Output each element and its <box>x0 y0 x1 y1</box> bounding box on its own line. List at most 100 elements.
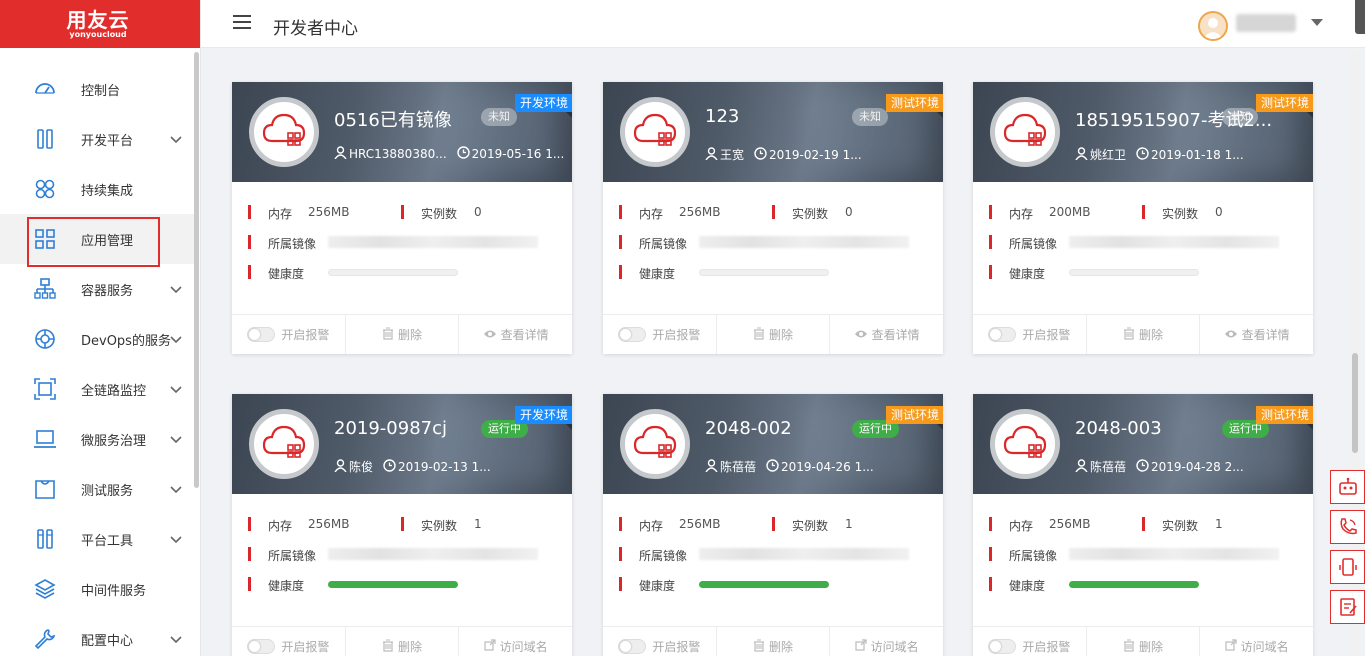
cloud-icon <box>262 111 306 153</box>
delete-button[interactable]: 删除 <box>717 627 831 656</box>
app-name[interactable]: 0516已有镜像 <box>334 106 452 132</box>
trash-icon <box>382 326 398 343</box>
chevron-down-icon[interactable] <box>169 432 183 446</box>
image-value-blurred <box>328 548 538 560</box>
chevron-down-icon[interactable] <box>169 482 183 496</box>
chevron-down-icon[interactable] <box>169 532 183 546</box>
card-actions: 开启报警 删除 查看详情 <box>973 314 1313 354</box>
menu-toggle-icon[interactable] <box>233 14 251 30</box>
chevron-down-icon[interactable] <box>169 332 183 346</box>
app-name[interactable]: 2019-0987cj <box>334 418 447 439</box>
health-label: 健康度 <box>1009 267 1046 281</box>
app-name[interactable]: 2048-003 <box>1075 418 1162 439</box>
clock-icon <box>1136 458 1151 475</box>
user-dropdown-icon[interactable] <box>1311 19 1323 26</box>
sidebar-item[interactable]: 微服务治理 <box>0 414 195 464</box>
app-logo <box>249 409 319 479</box>
delete-button[interactable]: 删除 <box>346 315 460 354</box>
avatar[interactable] <box>1198 11 1228 41</box>
app-meta: 陈蓓蓓 2019-04-26 1... <box>705 458 884 475</box>
memory-label: 内存 <box>639 519 664 533</box>
active-highlight <box>27 217 160 267</box>
delete-label: 删除 <box>398 328 423 342</box>
visit-domain-button[interactable]: 访问域名 <box>830 627 943 656</box>
trash-icon <box>1123 638 1139 655</box>
tools-icon <box>33 527 57 551</box>
memory-value: 256MB <box>679 205 721 219</box>
app-logo <box>620 97 690 167</box>
sidebar-item[interactable]: 平台工具 <box>0 514 195 564</box>
view-detail-button[interactable]: 查看详情 <box>830 315 943 354</box>
feedback-button[interactable] <box>1330 590 1365 624</box>
env-tag: 测试环境 <box>1255 406 1313 430</box>
app-logo <box>249 97 319 167</box>
user-icon <box>705 146 720 163</box>
view-detail-button[interactable]: 查看详情 <box>1200 315 1313 354</box>
brand-logo[interactable]: 用友云 yonyoucloud <box>0 0 200 48</box>
visit-domain-button[interactable]: 访问域名 <box>459 627 572 656</box>
app-card[interactable]: 18519515907-考试2... 未知 测试环境 姚红卫 2019-01-1… <box>973 82 1313 354</box>
instances-label: 实例数 <box>1162 207 1199 221</box>
app-card[interactable]: 123 未知 测试环境 王宽 2019-02-19 1... 内存 256MB … <box>603 82 943 354</box>
label-marker <box>619 577 622 591</box>
instances-label: 实例数 <box>421 519 458 533</box>
app-meta: 陈蓓蓓 2019-04-28 2... <box>1075 458 1254 475</box>
delete-label: 删除 <box>769 328 794 342</box>
app-owner: 姚红卫 <box>1090 148 1127 162</box>
alarm-toggle[interactable]: 开启报警 <box>603 315 717 354</box>
sidebar-item-label: 配置中心 <box>81 633 134 649</box>
sidebar-item[interactable]: 持续集成 <box>0 164 195 214</box>
sidebar-item[interactable]: 测试服务 <box>0 464 195 514</box>
toggle-switch[interactable] <box>247 327 276 342</box>
sidebar-item[interactable]: 中间件服务 <box>0 564 195 614</box>
alarm-toggle[interactable]: 开启报警 <box>973 315 1087 354</box>
sidebar-item[interactable]: 控制台 <box>0 64 195 114</box>
memory-value: 256MB <box>679 517 721 531</box>
phone-button[interactable] <box>1330 510 1365 544</box>
toggle-switch[interactable] <box>618 639 647 654</box>
delete-button[interactable]: 删除 <box>717 315 831 354</box>
sidebar-scrollbar[interactable] <box>194 52 199 488</box>
alarm-toggle[interactable]: 开启报警 <box>973 627 1087 656</box>
card-actions: 开启报警 删除 访问域名 <box>232 626 572 656</box>
sidebar-item[interactable]: 开发平台 <box>0 114 195 164</box>
app-name[interactable]: 2048-002 <box>705 418 792 439</box>
external-link-icon <box>855 639 871 654</box>
app-card[interactable]: 2019-0987cj 运行中 开发环境 陈俊 2019-02-13 1... … <box>232 394 572 656</box>
toggle-switch[interactable] <box>618 327 647 342</box>
sidebar-item[interactable]: DevOps的服务 <box>0 314 195 364</box>
app-card[interactable]: 0516已有镜像 未知 开发环境 HRC13880380... 2019-05-… <box>232 82 572 354</box>
memory-value: 256MB <box>308 517 350 531</box>
robot-button[interactable] <box>1330 470 1365 504</box>
alarm-toggle[interactable]: 开启报警 <box>232 627 346 656</box>
sidebar-item[interactable]: 应用管理 <box>0 214 195 267</box>
chevron-down-icon[interactable] <box>169 382 183 396</box>
alarm-toggle[interactable]: 开启报警 <box>603 627 717 656</box>
card-info: 内存 256MB 实例数 1 所属镜像 健康度 <box>973 494 1313 624</box>
delete-button[interactable]: 删除 <box>346 627 460 656</box>
delete-button[interactable]: 删除 <box>1087 315 1201 354</box>
alarm-toggle[interactable]: 开启报警 <box>232 315 346 354</box>
toggle-switch[interactable] <box>988 327 1017 342</box>
user-name-blurred[interactable] <box>1236 14 1296 32</box>
visit-domain-button[interactable]: 访问域名 <box>1200 627 1313 656</box>
app-meta: 陈俊 2019-02-13 1... <box>334 458 501 475</box>
scrollbar-thumb[interactable] <box>1352 353 1358 453</box>
toggle-switch[interactable] <box>988 639 1017 654</box>
label-marker <box>619 547 622 561</box>
view-detail-button[interactable]: 查看详情 <box>459 315 572 354</box>
app-card[interactable]: 2048-003 运行中 测试环境 陈蓓蓓 2019-04-28 2... 内存… <box>973 394 1313 656</box>
sidebar-item[interactable]: 容器服务 <box>0 264 195 314</box>
sidebar-item[interactable]: 全链路监控 <box>0 364 195 414</box>
mobile-button[interactable] <box>1330 550 1365 584</box>
app-name[interactable]: 123 <box>705 106 739 127</box>
chevron-down-icon[interactable] <box>169 282 183 296</box>
chevron-down-icon[interactable] <box>169 632 183 646</box>
delete-button[interactable]: 删除 <box>1087 627 1201 656</box>
toggle-switch[interactable] <box>247 639 276 654</box>
image-value-blurred <box>328 236 538 248</box>
app-card[interactable]: 2048-002 运行中 测试环境 陈蓓蓓 2019-04-26 1... 内存… <box>603 394 943 656</box>
sidebar-item[interactable]: 配置中心 <box>0 614 195 656</box>
trash-icon <box>753 638 769 655</box>
chevron-down-icon[interactable] <box>169 132 183 146</box>
